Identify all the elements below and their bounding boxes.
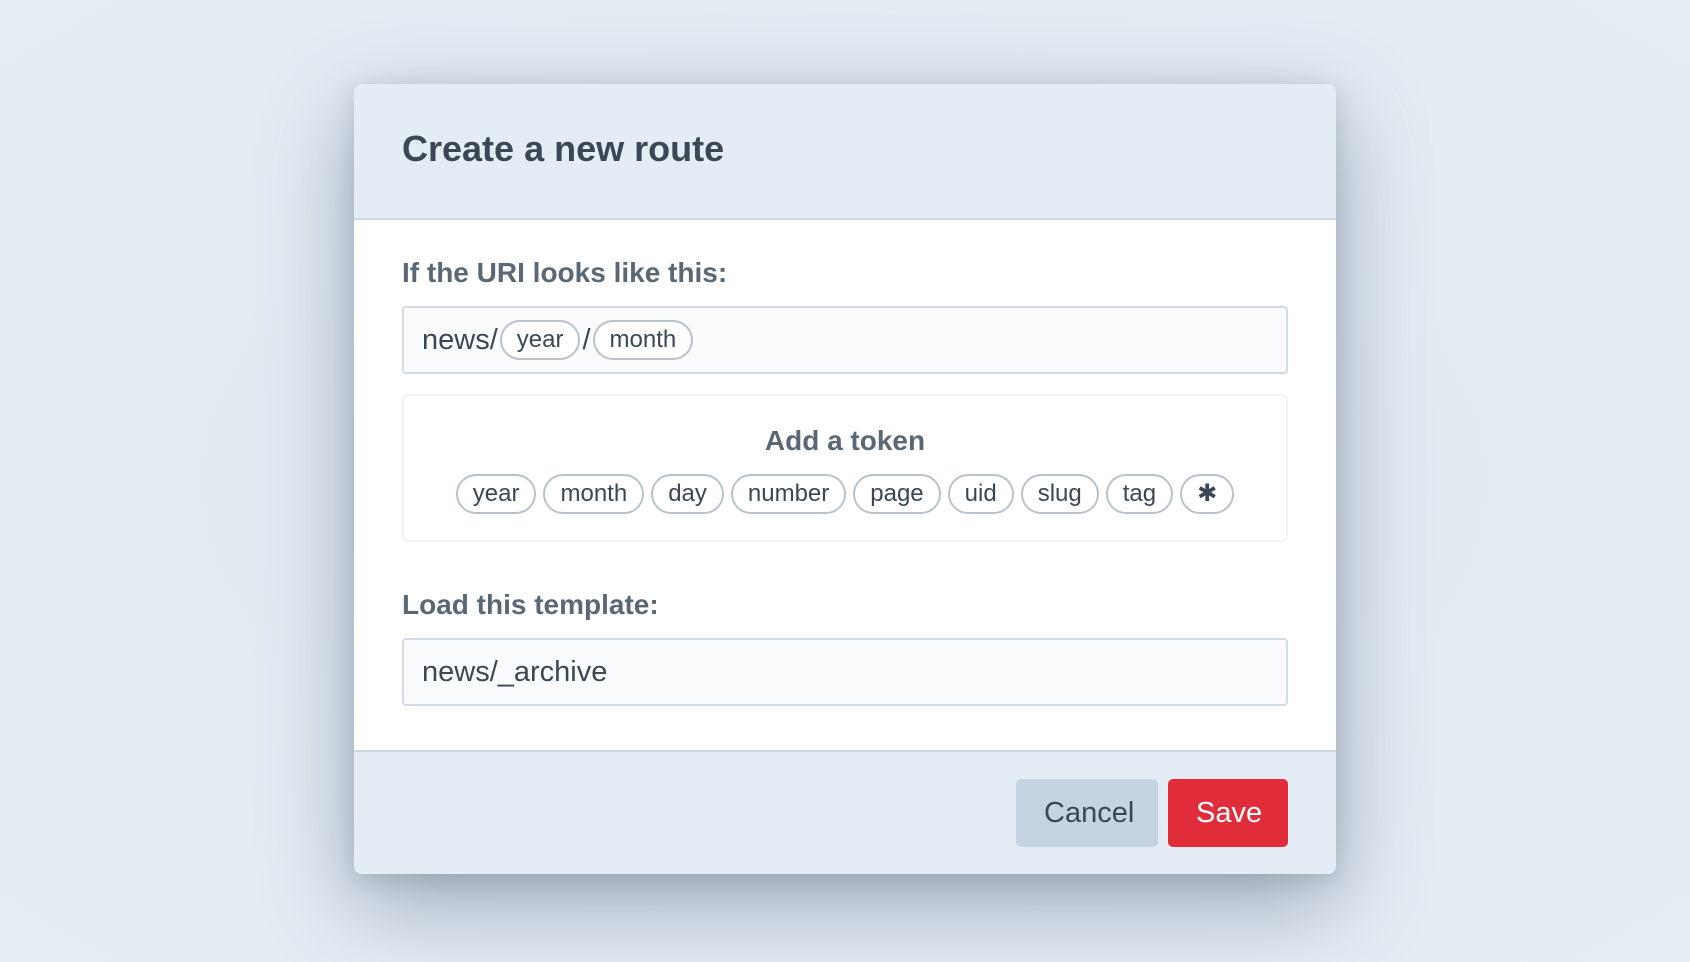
template-field-label: Load this template:: [402, 589, 659, 620]
uri-token-year[interactable]: year: [499, 320, 581, 360]
dialog-body: If the URI looks like this: news/ year /…: [354, 220, 1336, 750]
token-button-wildcard[interactable]: ✱: [1180, 474, 1235, 514]
template-input[interactable]: news/_archive: [402, 638, 1288, 706]
dialog-header: Create a new route: [354, 84, 1336, 220]
token-button-day[interactable]: day: [651, 474, 724, 514]
create-route-dialog: Create a new route If the URI looks like…: [354, 84, 1336, 874]
uri-prefix-text: news/: [422, 323, 498, 356]
dialog-title: Create a new route: [402, 128, 725, 169]
token-button-number[interactable]: number: [730, 474, 847, 514]
token-button-tag[interactable]: tag: [1105, 474, 1174, 514]
uri-field-label: If the URI looks like this:: [402, 257, 728, 288]
uri-input[interactable]: news/ year / month: [402, 306, 1288, 374]
template-input-value: news/_archive: [422, 655, 608, 688]
token-list: year month day number page uid slug tag …: [404, 474, 1286, 514]
token-button-month[interactable]: month: [543, 474, 645, 514]
uri-separator-text: /: [582, 323, 591, 356]
token-button-uid[interactable]: uid: [947, 474, 1014, 514]
add-token-panel: Add a token year month day number page u…: [402, 394, 1288, 542]
add-token-title: Add a token: [764, 425, 926, 456]
cancel-button[interactable]: Cancel: [1016, 779, 1158, 847]
dialog-footer: Cancel Save: [354, 750, 1336, 874]
uri-token-month[interactable]: month: [592, 320, 694, 360]
token-button-slug[interactable]: slug: [1020, 474, 1099, 514]
token-button-page[interactable]: page: [853, 474, 941, 514]
save-button[interactable]: Save: [1168, 779, 1288, 847]
token-button-year[interactable]: year: [455, 474, 537, 514]
